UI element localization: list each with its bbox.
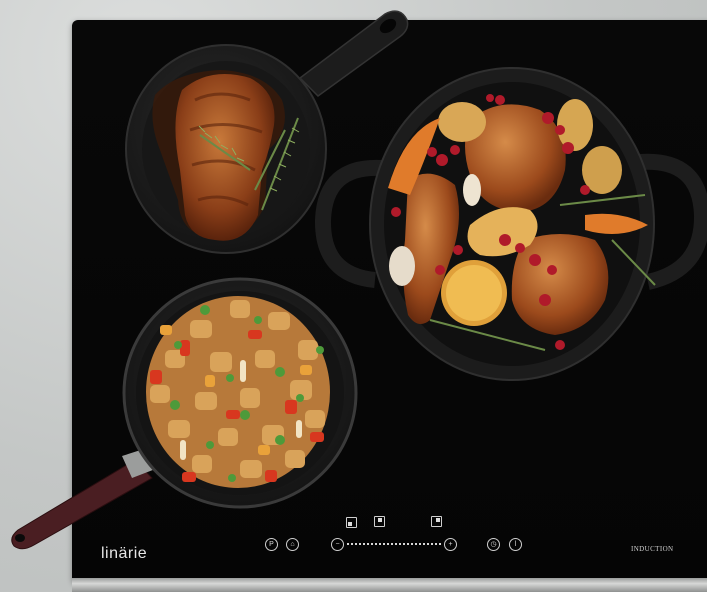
induction-label: INDUCTION bbox=[631, 545, 674, 553]
cast-iron-skillet bbox=[125, 10, 409, 254]
plus-icon[interactable]: + bbox=[444, 538, 457, 551]
cookware-scene bbox=[11, 10, 707, 550]
zone-front-left-icon[interactable] bbox=[346, 517, 357, 528]
zone-rear-center-icon[interactable] bbox=[374, 516, 385, 527]
power-slider[interactable] bbox=[347, 543, 442, 545]
p-icon[interactable]: P bbox=[265, 538, 278, 551]
frying-pan bbox=[11, 277, 358, 550]
cast-iron-pot bbox=[314, 67, 707, 381]
minus-icon[interactable]: − bbox=[331, 538, 344, 551]
power-icon[interactable]: ǀ bbox=[509, 538, 522, 551]
lock-icon[interactable]: ⌂ bbox=[286, 538, 299, 551]
brand-logo: linärie bbox=[101, 545, 148, 562]
zone-right-icon[interactable] bbox=[431, 516, 442, 527]
timer-icon[interactable]: ◷ bbox=[487, 538, 500, 551]
